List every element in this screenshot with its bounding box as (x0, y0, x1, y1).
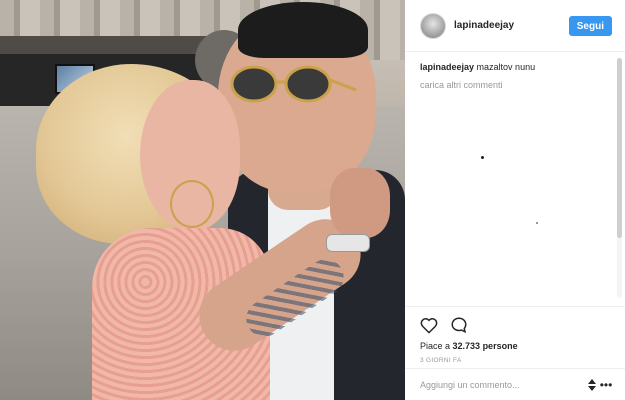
comment-bubble-icon[interactable] (449, 315, 469, 335)
caption-text: mazaltov nunu (476, 62, 536, 72)
avatar[interactable] (420, 12, 446, 39)
stray-dot (536, 222, 538, 224)
scroll-thumb[interactable] (617, 58, 622, 238)
heart-icon[interactable] (419, 315, 439, 335)
likes-number: 32.733 (452, 341, 481, 351)
post-header: lapinadeejay Segui (405, 0, 625, 52)
cursor-dot (481, 156, 484, 159)
comments-section: lapinadeejay mazaltov nunu carica altri … (420, 60, 610, 90)
hoop-earring (170, 180, 214, 228)
likes-prefix: Piace a (420, 341, 453, 351)
more-options-icon[interactable]: ••• (599, 378, 613, 392)
likes-suffix: persone (480, 341, 518, 351)
likes-count[interactable]: Piace a 32.733 persone (405, 339, 625, 353)
comment-input[interactable] (420, 379, 570, 390)
post-photo[interactable] (0, 0, 405, 400)
follow-button[interactable]: Segui (568, 16, 612, 36)
stepper-icon[interactable] (587, 379, 597, 391)
post-timestamp: 3 GIORNI FA (420, 357, 462, 364)
header-username[interactable]: lapinadeejay (454, 20, 514, 31)
hand (330, 168, 390, 238)
caption: lapinadeejay mazaltov nunu (420, 60, 610, 74)
post-side-panel: lapinadeejay Segui lapinadeejay mazaltov… (405, 0, 625, 400)
actions-area: Piace a 32.733 persone 3 GIORNI FA (405, 306, 625, 364)
wristwatch (326, 234, 370, 252)
partial-comment: ... ... (420, 294, 436, 300)
caption-username[interactable]: lapinadeejay (420, 62, 474, 72)
load-more-comments-link[interactable]: carica altri commenti (420, 80, 610, 90)
man-hair (238, 2, 368, 58)
action-bar (405, 307, 625, 339)
sunglasses (230, 65, 357, 103)
add-comment-bar: ••• (405, 368, 625, 400)
comments-scrollbar[interactable] (617, 58, 622, 298)
